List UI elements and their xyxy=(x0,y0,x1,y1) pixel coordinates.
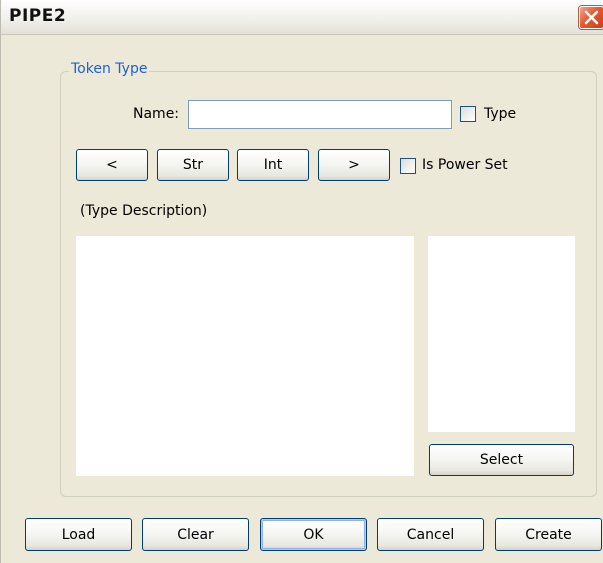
group-legend: Token Type xyxy=(69,61,150,77)
close-icon xyxy=(584,10,599,25)
str-button[interactable]: Str xyxy=(157,149,229,181)
load-button[interactable]: Load xyxy=(25,518,132,551)
cancel-button[interactable]: Cancel xyxy=(377,518,484,551)
name-label: Name: xyxy=(133,106,180,122)
power-set-label: Is Power Set xyxy=(422,157,508,173)
prev-button[interactable]: < xyxy=(76,149,148,181)
window-title: PIPE2 xyxy=(9,6,67,26)
close-button[interactable] xyxy=(579,6,603,29)
create-button[interactable]: Create xyxy=(495,518,602,551)
title-bar[interactable]: PIPE2 xyxy=(1,0,603,35)
type-list[interactable] xyxy=(428,236,575,432)
dialog-window: PIPE2 Token Type Name: Type < Str Int > … xyxy=(0,0,603,563)
next-button[interactable]: > xyxy=(318,149,390,181)
type-description-label: (Type Description) xyxy=(80,203,208,219)
description-area[interactable] xyxy=(76,236,414,476)
power-set-checkbox[interactable] xyxy=(400,158,416,174)
int-button[interactable]: Int xyxy=(237,149,309,181)
clear-button[interactable]: Clear xyxy=(142,518,249,551)
type-checkbox-label: Type xyxy=(484,106,517,122)
name-input[interactable] xyxy=(188,100,452,129)
ok-button[interactable]: OK xyxy=(260,518,367,551)
type-checkbox[interactable] xyxy=(460,106,476,122)
select-button[interactable]: Select xyxy=(429,444,574,476)
